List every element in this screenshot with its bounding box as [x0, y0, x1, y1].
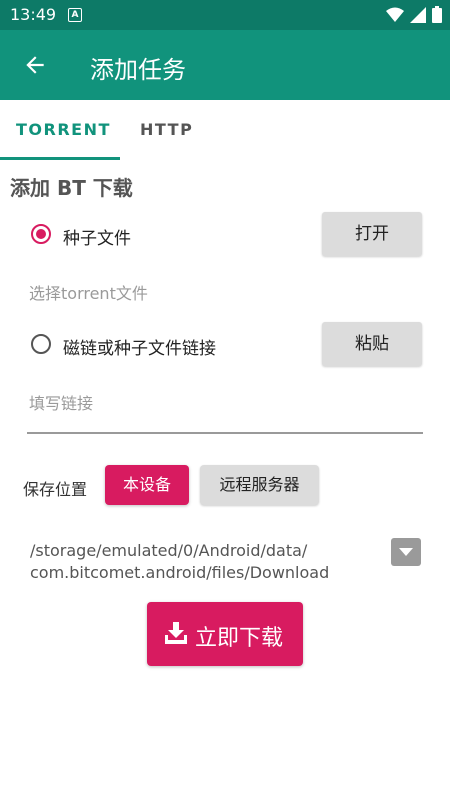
torrent-file-label[interactable]: 种子文件	[63, 224, 131, 249]
app-bar: 添加任务	[0, 30, 450, 100]
section-title: 添加 BT 下载	[10, 176, 133, 200]
path-dropdown-button[interactable]	[391, 538, 421, 566]
magnet-link-radio[interactable]	[31, 334, 51, 354]
download-now-label: 立即下载	[195, 626, 284, 651]
tab-indicator	[0, 157, 120, 160]
page-title: 添加任务	[90, 56, 186, 84]
signal-icon	[410, 6, 426, 23]
tab-http[interactable]: HTTP	[140, 120, 193, 139]
remote-server-button[interactable]: 远程服务器	[200, 465, 319, 505]
save-path-line-1: /storage/emulated/0/Android/data/	[30, 541, 308, 560]
status-icons	[386, 6, 442, 23]
save-path-line-2: com.bitcomet.android/files/Download	[30, 563, 330, 582]
link-input[interactable]: 填写链接	[29, 390, 93, 414]
magnet-link-label[interactable]: 磁链或种子文件链接	[63, 334, 216, 359]
download-icon	[165, 622, 187, 644]
torrent-file-hint: 选择torrent文件	[29, 284, 148, 303]
torrent-file-radio[interactable]	[31, 224, 51, 244]
link-input-underline	[27, 432, 423, 434]
paste-button[interactable]: 粘贴	[322, 322, 422, 366]
tab-bar: TORRENT HTTP	[0, 100, 450, 160]
tab-torrent[interactable]: TORRENT	[16, 120, 111, 139]
battery-icon	[432, 6, 442, 23]
status-bar: 13:49 A	[0, 0, 450, 30]
local-device-button[interactable]: 本设备	[105, 465, 189, 505]
download-now-button[interactable]: 立即下载	[147, 602, 303, 666]
wifi-icon	[386, 7, 404, 22]
save-location-label: 保存位置	[23, 480, 88, 499]
status-time: 13:49	[10, 5, 57, 24]
open-button[interactable]: 打开	[322, 212, 422, 256]
arrow-left-icon[interactable]	[22, 52, 48, 78]
save-path: /storage/emulated/0/Android/data/ com.bi…	[30, 540, 329, 584]
notification-badge: A	[68, 8, 82, 22]
